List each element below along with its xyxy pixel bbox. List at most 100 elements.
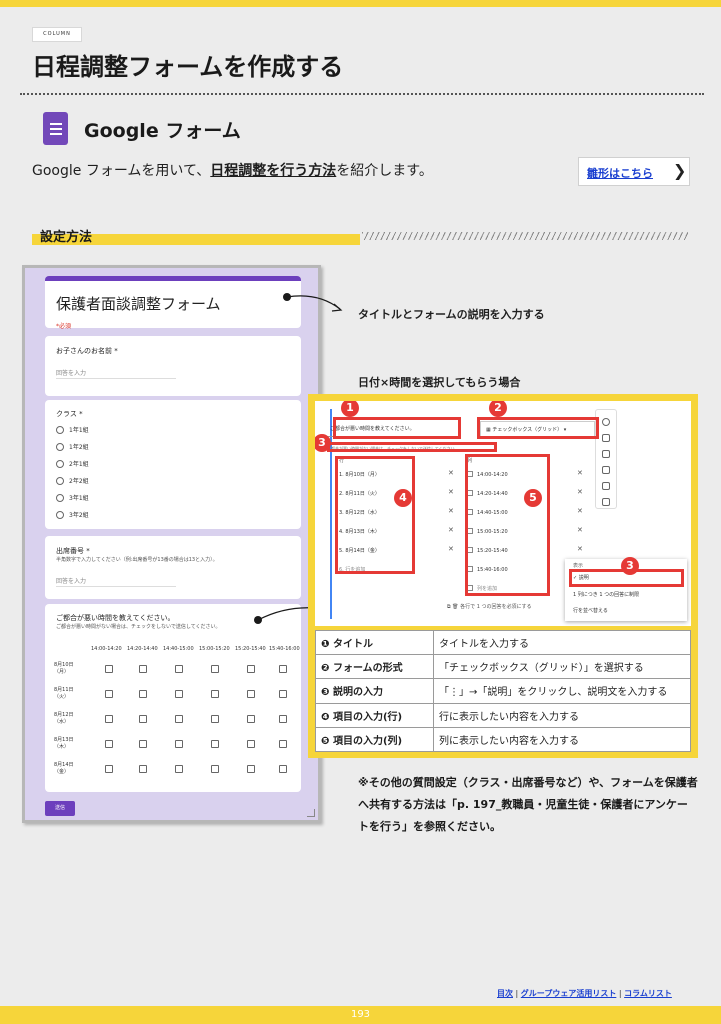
grid-checkbox[interactable] <box>279 765 287 773</box>
resize-handle-icon <box>307 809 315 817</box>
radio-option[interactable]: 1年2組 <box>56 442 89 451</box>
question-card-number: 出席番号 * 半角数字で入力してください（例:出席番号が13番の場合は13と入力… <box>45 536 301 599</box>
grid-checkbox[interactable] <box>247 765 255 773</box>
highlight-box-rows <box>335 456 415 574</box>
legend-key: ❸ 説明の入力 <box>315 678 434 704</box>
grid-column-header: 14:20-14:40 <box>127 646 158 652</box>
remove-icon[interactable]: ✕ <box>448 526 454 534</box>
radio-option[interactable]: 3年2組 <box>56 510 89 519</box>
grid-row-label: 8月13日（木） <box>54 737 74 750</box>
import-icon[interactable] <box>602 434 610 442</box>
grid-checkbox[interactable] <box>279 690 287 698</box>
legend-desc: 「⋮」→「説明」をクリックし、説明文を入力する <box>433 678 691 704</box>
legend-row: ❷ フォームの形式 「チェックボックス（グリッド）」を選択する <box>315 654 691 680</box>
radio-option[interactable]: 3年1組 <box>56 493 89 502</box>
column-tag: COLUMN <box>32 27 82 42</box>
grid-column-header: 15:00-15:20 <box>199 646 230 652</box>
title-text-icon[interactable] <box>602 450 610 458</box>
legend-desc: 列に表示したい内容を入力する <box>433 726 691 753</box>
grid-checkbox[interactable] <box>139 690 147 698</box>
radio-icon <box>56 460 64 468</box>
grid-checkbox[interactable] <box>211 665 219 673</box>
radio-option[interactable]: 2年1組 <box>56 459 89 468</box>
submit-button[interactable]: 送信 <box>45 801 75 816</box>
grid-checkbox[interactable] <box>105 715 113 723</box>
answer-placeholder[interactable]: 回答を入力 <box>56 576 86 585</box>
grid-checkbox[interactable] <box>247 715 255 723</box>
legend-desc: 「チェックボックス（グリッド）」を選択する <box>433 654 691 680</box>
radio-icon <box>56 443 64 451</box>
grid-checkbox[interactable] <box>247 740 255 748</box>
question-label: ご都合が悪い時間を教えてください。 <box>56 614 175 622</box>
question-help: 半角数字で入力してください（例:出席番号が13番の場合は13と入力）。 <box>56 557 218 563</box>
remove-icon[interactable]: ✕ <box>448 507 454 515</box>
grid-checkbox[interactable] <box>175 665 183 673</box>
form-editor-screenshot: ご都合が悪い時間を教えてください。 ▦ チェックボックス（グリッド） ▾ ご都合… <box>315 401 691 626</box>
footer-separator: | <box>618 989 622 998</box>
legend-desc: タイトルを入力する <box>433 629 691 656</box>
grid-checkbox[interactable] <box>105 690 113 698</box>
grid-checkbox[interactable] <box>211 765 219 773</box>
app-name: Google フォーム <box>84 120 241 142</box>
remove-icon[interactable]: ✕ <box>448 469 454 477</box>
grid-checkbox[interactable] <box>175 740 183 748</box>
grid-checkbox[interactable] <box>105 740 113 748</box>
grid-checkbox[interactable] <box>211 715 219 723</box>
grid-checkbox[interactable] <box>139 715 147 723</box>
footer-link-columns[interactable]: コラムリスト <box>624 989 672 998</box>
grid-checkbox[interactable] <box>175 765 183 773</box>
footer-link-toc[interactable]: 目次 <box>497 989 513 998</box>
remove-icon[interactable]: ✕ <box>448 488 454 496</box>
legend-row: ❺ 項目の入力(列) 列に表示したい内容を入力する <box>315 726 691 753</box>
legend-key: ❶ タイトル <box>315 629 434 656</box>
menu-item-reorder[interactable]: 行を並べ替える <box>573 607 608 614</box>
menu-item-limit[interactable]: 1 列につき 1 つの回答に制限 <box>573 591 639 598</box>
video-icon[interactable] <box>602 482 610 490</box>
remove-icon[interactable]: ✕ <box>577 545 583 553</box>
grid-checkbox[interactable] <box>247 665 255 673</box>
grid-checkbox[interactable] <box>139 740 147 748</box>
footer-link-groupware[interactable]: グループウェア活用リスト <box>521 989 617 998</box>
highlight-box-description <box>327 442 497 452</box>
intro-highlight: 日程調整を行う方法 <box>210 163 337 179</box>
steps-legend-table: ❶ タイトル タイトルを入力する ❷ フォームの形式 「チェックボックス（グリッ… <box>315 629 691 753</box>
grid-checkbox[interactable] <box>105 665 113 673</box>
radio-icon <box>56 511 64 519</box>
reference-note: ※その他の質問設定（クラス・出席番号など）や、フォームを保護者へ共有する方法は「… <box>358 776 698 833</box>
question-label: お子さんのお名前 * <box>56 347 118 355</box>
grid-checkbox[interactable] <box>279 715 287 723</box>
grid-checkbox[interactable] <box>279 740 287 748</box>
remove-icon[interactable]: ✕ <box>448 545 454 553</box>
page-number-bar: 193 <box>0 1006 721 1024</box>
radio-option[interactable]: 1年1組 <box>56 425 89 434</box>
grid-checkbox[interactable] <box>279 665 287 673</box>
grid-checkbox[interactable] <box>211 740 219 748</box>
grid-checkbox[interactable] <box>139 665 147 673</box>
image-icon[interactable] <box>602 466 610 474</box>
template-link-button[interactable]: 雛形はこちら ❯ <box>578 157 690 186</box>
grid-checkbox[interactable] <box>139 765 147 773</box>
radio-option[interactable]: 2年2組 <box>56 476 89 485</box>
trash-icon[interactable]: 🗑 <box>452 604 460 610</box>
grid-checkbox[interactable] <box>105 765 113 773</box>
grid-checkbox[interactable] <box>175 715 183 723</box>
grid-checkbox[interactable] <box>211 690 219 698</box>
answer-underline <box>56 586 176 587</box>
dotted-divider <box>20 93 704 95</box>
remove-icon[interactable]: ✕ <box>577 469 583 477</box>
page-number: 193 <box>350 1009 371 1020</box>
add-question-icon[interactable] <box>602 418 610 426</box>
question-card-name: お子さんのお名前 * 回答を入力 <box>45 336 301 396</box>
editor-guide-panel: ご都合が悪い時間を教えてください。 ▦ チェックボックス（グリッド） ▾ ご都合… <box>308 394 698 758</box>
section-icon[interactable] <box>602 498 610 506</box>
remove-icon[interactable]: ✕ <box>577 507 583 515</box>
grid-column-header: 15:40-16:00 <box>269 646 300 652</box>
grid-checkbox[interactable] <box>247 690 255 698</box>
remove-icon[interactable]: ✕ <box>577 526 583 534</box>
highlight-box-columns <box>465 454 550 596</box>
google-forms-icon <box>43 112 68 145</box>
answer-placeholder[interactable]: 回答を入力 <box>56 368 86 377</box>
template-link-label[interactable]: 雛形はこちら <box>587 165 653 181</box>
remove-icon[interactable]: ✕ <box>577 488 583 496</box>
grid-checkbox[interactable] <box>175 690 183 698</box>
